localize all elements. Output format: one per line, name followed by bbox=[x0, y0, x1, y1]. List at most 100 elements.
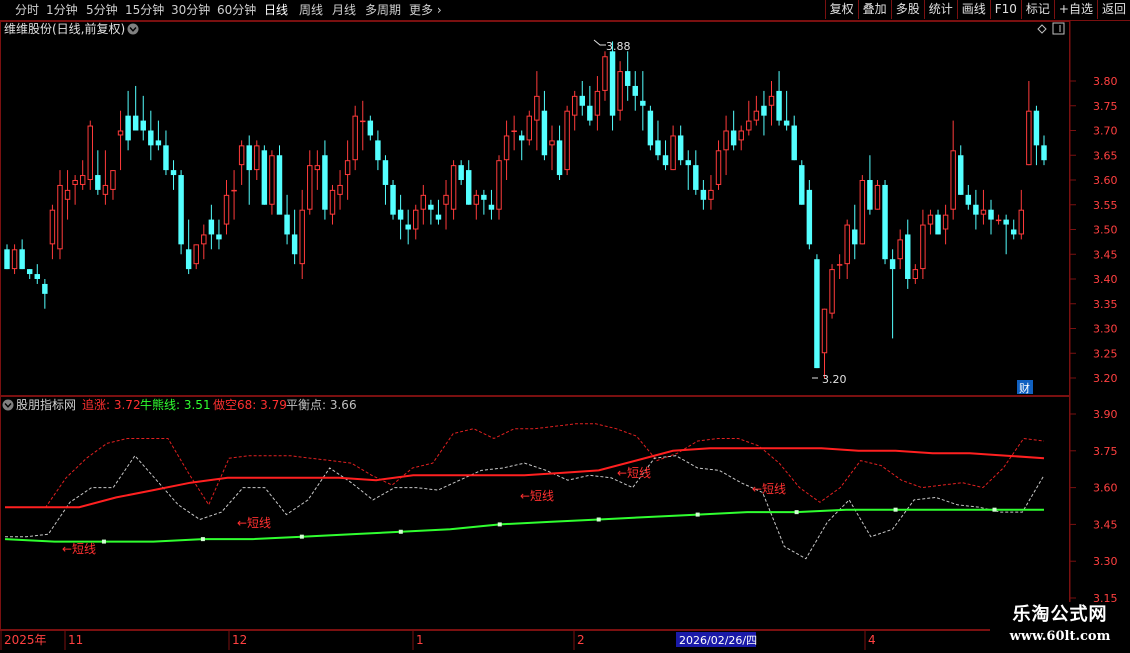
candle bbox=[314, 150, 321, 190]
period-tab-0[interactable]: 分时 bbox=[15, 0, 39, 20]
period-tab-10[interactable]: 更多 › bbox=[409, 0, 442, 20]
toolbar-button-2[interactable]: 多股 bbox=[890, 0, 924, 19]
kline-chart-svg[interactable]: 3.80 3.75 3.70 3.65 3.60 3.55 3.50 3.45 3.40 3.35… bbox=[0, 21, 1130, 650]
candle bbox=[776, 71, 782, 126]
period-tab-6[interactable]: 日线 bbox=[264, 0, 288, 20]
candle bbox=[238, 140, 245, 185]
panel-diamond-icon[interactable] bbox=[1037, 24, 1047, 34]
toolbar-button-1[interactable]: 叠加 bbox=[857, 0, 891, 19]
candle bbox=[140, 95, 146, 141]
candle bbox=[874, 180, 881, 210]
candle bbox=[64, 170, 71, 220]
period-tab-2[interactable]: 5分钟 bbox=[86, 0, 118, 20]
candle bbox=[746, 100, 752, 136]
candle bbox=[617, 61, 623, 121]
candle bbox=[178, 170, 184, 255]
candle bbox=[897, 229, 903, 270]
bull-bear-line bbox=[4, 508, 1044, 543]
main-ytick-label: 3.65 bbox=[1093, 149, 1118, 162]
candle bbox=[647, 105, 654, 151]
bull-bear-node bbox=[200, 537, 205, 542]
candle bbox=[518, 130, 525, 161]
toolbar-button-6[interactable]: 标记 bbox=[1020, 0, 1054, 19]
legend-chase: 追涨: 3.72 bbox=[82, 397, 141, 412]
toolbar-button-7[interactable]: +自选 bbox=[1053, 0, 1097, 19]
candle bbox=[905, 219, 911, 289]
candle bbox=[836, 254, 843, 279]
candle bbox=[640, 71, 646, 131]
candle bbox=[284, 194, 290, 245]
period-tab-7[interactable]: 周线 bbox=[299, 0, 323, 20]
bull-bear-node bbox=[695, 512, 700, 517]
toolbar-button-3[interactable]: 统计 bbox=[923, 0, 957, 19]
stock-title: 维维股份(日线,前复权) bbox=[4, 21, 125, 36]
candle bbox=[965, 184, 972, 210]
candle bbox=[291, 209, 298, 265]
candle bbox=[155, 120, 162, 151]
candle bbox=[912, 264, 919, 284]
candle bbox=[49, 204, 56, 260]
candle bbox=[670, 125, 676, 171]
toolbar-button-8[interactable]: 返回 bbox=[1096, 0, 1130, 19]
bull-bear-node bbox=[794, 510, 799, 515]
watermark-url: www.60lt.com bbox=[1009, 629, 1111, 644]
period-tab-9[interactable]: 多周期 bbox=[365, 0, 401, 20]
candle bbox=[26, 269, 33, 279]
toolbar-button-0[interactable]: 复权 bbox=[824, 0, 858, 19]
period-tab-3[interactable]: 15分钟 bbox=[125, 0, 164, 20]
annotation-short-4: ←短线 bbox=[617, 466, 651, 480]
period-tab-4[interactable]: 30分钟 bbox=[171, 0, 210, 20]
candle bbox=[496, 155, 502, 220]
candle bbox=[435, 199, 442, 225]
candle bbox=[920, 209, 926, 279]
period-tab-1[interactable]: 1分钟 bbox=[46, 0, 78, 20]
high-price-label: 3.88 bbox=[606, 40, 631, 53]
toolbar-button-5[interactable]: F10 bbox=[989, 0, 1021, 19]
candle bbox=[950, 120, 956, 220]
candle bbox=[534, 71, 540, 151]
main-ytick-label: 3.25 bbox=[1093, 347, 1118, 360]
candle bbox=[375, 130, 381, 171]
chart-area[interactable]: 3.80 3.75 3.70 3.65 3.60 3.55 3.50 3.45 3.40 3.35… bbox=[0, 21, 1130, 650]
panel-close-icon[interactable] bbox=[1052, 22, 1065, 35]
candle bbox=[541, 90, 548, 161]
candle bbox=[299, 189, 305, 279]
candle bbox=[79, 160, 86, 190]
annotation-short-1: ←短线 bbox=[62, 542, 96, 556]
candle bbox=[867, 155, 873, 215]
indicator-dropdown-icon[interactable] bbox=[2, 399, 14, 411]
candle bbox=[390, 180, 396, 220]
period-tab-5[interactable]: 60分钟 bbox=[217, 0, 256, 20]
candle bbox=[783, 90, 790, 131]
main-ytick-label: 3.50 bbox=[1093, 224, 1118, 237]
candle bbox=[587, 85, 593, 126]
watermark: 乐淘公式网 www.60lt.com bbox=[990, 602, 1130, 650]
ind-ytick-label: 3.60 bbox=[1093, 482, 1118, 495]
main-ytick-label: 3.80 bbox=[1093, 75, 1118, 88]
watermark-title: 乐淘公式网 bbox=[1012, 604, 1108, 625]
candle bbox=[579, 81, 585, 116]
main-ytick-label: 3.45 bbox=[1093, 248, 1118, 261]
candle bbox=[420, 184, 427, 225]
timeline-label: 12 bbox=[232, 633, 247, 647]
candle bbox=[34, 264, 41, 284]
candle bbox=[602, 51, 608, 101]
ind-ytick-label: 3.30 bbox=[1093, 555, 1118, 568]
title-dropdown-icon[interactable] bbox=[127, 23, 139, 35]
candle bbox=[1003, 214, 1009, 255]
candle bbox=[223, 180, 230, 235]
candle bbox=[246, 135, 252, 205]
period-tab-8[interactable]: 月线 bbox=[332, 0, 356, 20]
candle bbox=[988, 199, 994, 235]
bull-bear-node bbox=[893, 507, 898, 512]
candle bbox=[806, 180, 813, 250]
main-panel-frame bbox=[0, 21, 1070, 396]
toolbar-button-4[interactable]: 画线 bbox=[956, 0, 990, 19]
candle bbox=[102, 150, 109, 205]
candle bbox=[208, 204, 215, 250]
annotation-short-2: ←短线 bbox=[237, 516, 271, 530]
main-ytick-label: 3.30 bbox=[1093, 323, 1118, 336]
candle bbox=[814, 254, 820, 369]
candle bbox=[42, 279, 48, 309]
candle bbox=[443, 180, 449, 230]
